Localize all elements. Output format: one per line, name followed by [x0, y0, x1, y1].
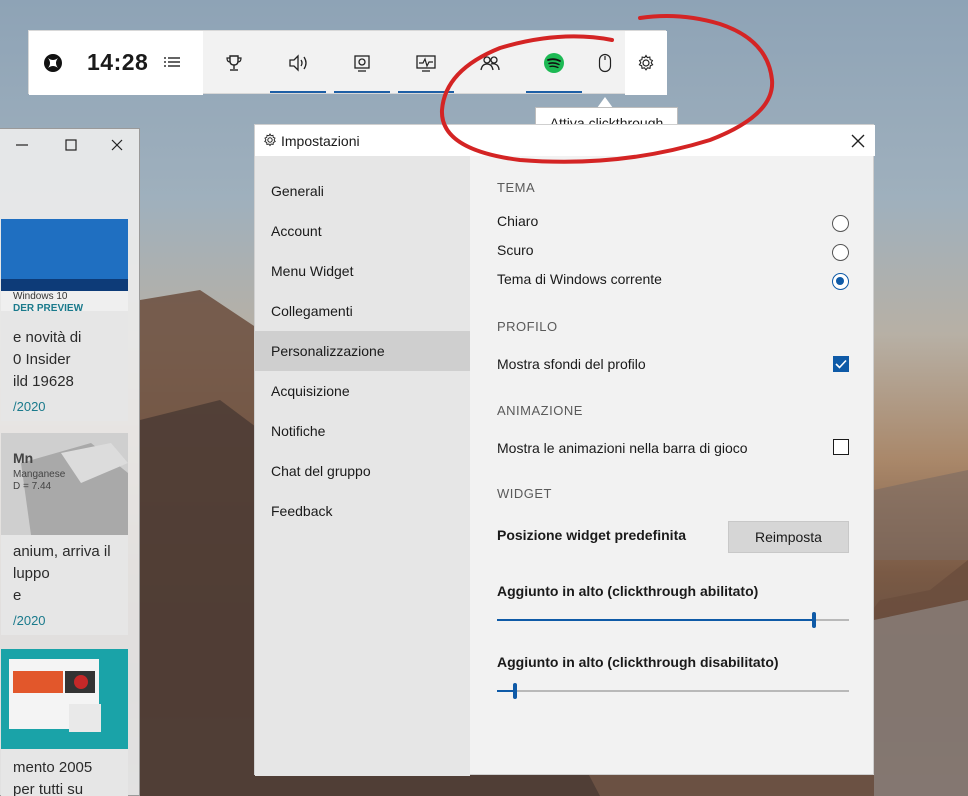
spotify-button[interactable] [526, 31, 582, 95]
news-card[interactable]: Mn Manganese D = 7.44 anium, arriva il l… [1, 433, 128, 635]
people-icon [480, 56, 500, 71]
reset-button[interactable]: Reimposta [728, 521, 849, 553]
nav-item-acquisizione[interactable]: Acquisizione [255, 371, 470, 411]
checkmark-icon [835, 359, 847, 369]
article-title-line: anium, arriva il [13, 543, 111, 560]
game-bar-home: 14:28 [29, 31, 203, 95]
theme-radio-scuro[interactable] [832, 244, 849, 261]
settings-button[interactable] [625, 31, 667, 95]
nav-item-generali[interactable]: Generali [255, 171, 470, 211]
section-header-profilo: PROFILO [497, 319, 558, 334]
trophy-icon [226, 55, 242, 71]
browser-titlebar [0, 129, 141, 165]
nav-item-chat-del-gruppo[interactable]: Chat del gruppo [255, 451, 470, 491]
thumbnail-caption: DER PREVIEW [13, 303, 84, 314]
article-title-line: luppo [13, 565, 50, 582]
settings-title: Impostazioni [281, 133, 360, 149]
show-animations-checkbox[interactable] [833, 439, 849, 455]
article-title-line: mento 2005 [13, 759, 93, 776]
close-icon[interactable] [849, 132, 867, 150]
thumbnail-caption: Windows 10 [13, 291, 68, 302]
slider-label: Aggiunto in alto (clickthrough disabilit… [497, 654, 779, 670]
gear-icon [638, 54, 654, 71]
audio-button[interactable] [270, 31, 326, 95]
article-title-line: e novità di [13, 329, 82, 346]
xbox-social-button[interactable] [462, 31, 518, 95]
game-bar: 14:28 [28, 30, 667, 95]
close-icon[interactable] [110, 138, 124, 152]
active-indicator [398, 91, 454, 93]
active-indicator [270, 91, 326, 93]
slider-track [497, 690, 849, 692]
browser-window: Windows 10 DER PREVIEW e novità di 0 Ins… [0, 128, 140, 796]
theme-option-label: Chiaro [497, 213, 539, 229]
section-header-tema: TEMA [497, 180, 536, 195]
nav-item-account[interactable]: Account [255, 211, 470, 251]
article-title-line: 0 Insider [13, 351, 71, 368]
article-title-line: per tutti su [13, 781, 84, 796]
active-indicator [334, 91, 390, 93]
active-indicator [526, 91, 582, 93]
settings-window: Impostazioni Generali Account Menu Widge… [254, 124, 875, 776]
section-header-animazione: ANIMAZIONE [497, 403, 583, 418]
maximize-icon[interactable] [64, 138, 78, 152]
slider-thumb[interactable] [513, 683, 517, 699]
article-date: /2020 [13, 399, 46, 414]
settings-nav: Generali Account Menu Widget Collegament… [255, 156, 470, 776]
settings-content: TEMA Chiaro Scuro Tema di Windows corren… [470, 156, 875, 776]
section-header-widget: WIDGET [497, 486, 552, 501]
theme-radio-chiaro[interactable] [832, 215, 849, 232]
gear-icon [264, 133, 276, 147]
opacity-slider-clickthrough-on[interactable] [497, 611, 849, 629]
achievements-button[interactable] [206, 31, 262, 95]
capture-icon [354, 55, 370, 72]
thumbnail-caption: Mn [13, 450, 34, 466]
xbox-icon[interactable] [43, 53, 63, 73]
article-title-line: ild 19628 [13, 373, 74, 390]
theme-option-label: Scuro [497, 242, 534, 258]
clock: 14:28 [87, 49, 149, 75]
nav-item-personalizzazione[interactable]: Personalizzazione [255, 331, 470, 371]
thumbnail-caption: D = 7.44 [13, 481, 52, 492]
settings-titlebar: Impostazioni [255, 125, 875, 156]
speaker-icon [289, 54, 307, 72]
mouse-icon [598, 53, 612, 73]
capture-button[interactable] [334, 31, 390, 95]
minimize-icon[interactable] [15, 138, 29, 152]
show-backgrounds-checkbox[interactable] [833, 356, 849, 372]
nav-item-collegamenti[interactable]: Collegamenti [255, 291, 470, 331]
theme-radio-windows[interactable] [832, 273, 849, 290]
nav-item-notifiche[interactable]: Notifiche [255, 411, 470, 451]
opacity-slider-clickthrough-off[interactable] [497, 682, 849, 700]
article-thumbnail [1, 649, 128, 749]
spotify-icon [544, 53, 564, 73]
slider-fill [497, 619, 814, 621]
show-animations-label: Mostra le animazioni nella barra di gioc… [497, 440, 748, 456]
news-card[interactable]: mento 2005 per tutti su [1, 649, 128, 796]
slider-thumb[interactable] [812, 612, 816, 628]
performance-icon [416, 55, 436, 72]
theme-option-label: Tema di Windows corrente [497, 271, 662, 287]
article-date: /2020 [13, 613, 46, 628]
slider-label: Aggiunto in alto (clickthrough abilitato… [497, 583, 759, 599]
nav-item-menu-widget[interactable]: Menu Widget [255, 251, 470, 291]
thumbnail-caption: Manganese [13, 469, 66, 480]
widget-menu-icon[interactable] [163, 55, 181, 71]
article-title-line: e [13, 587, 22, 604]
default-position-label: Posizione widget predefinita [497, 527, 687, 543]
news-card[interactable]: Windows 10 DER PREVIEW e novità di 0 Ins… [1, 219, 128, 421]
nav-item-feedback[interactable]: Feedback [255, 491, 470, 531]
performance-button[interactable] [398, 31, 454, 95]
show-backgrounds-label: Mostra sfondi del profilo [497, 356, 646, 372]
